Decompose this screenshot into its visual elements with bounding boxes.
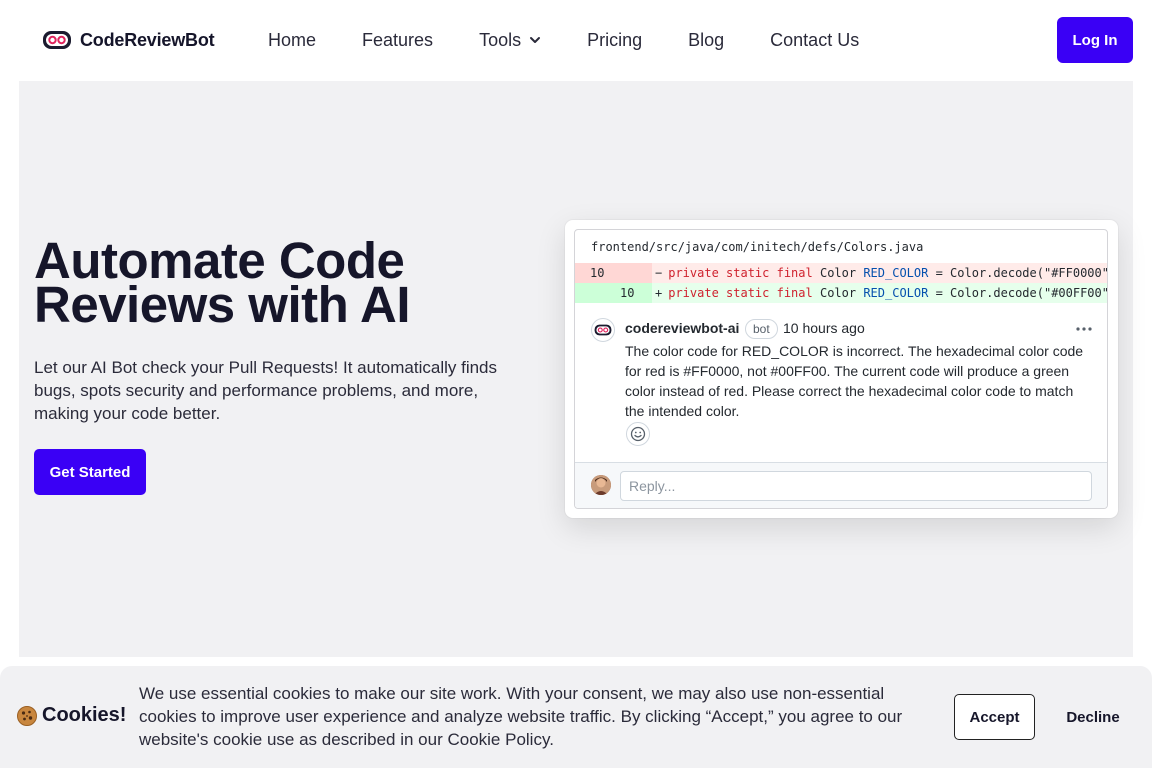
- old-line-number: [575, 283, 616, 303]
- bot-badge: bot: [745, 319, 778, 339]
- cookie-text: We use essential cookies to make our sit…: [139, 684, 903, 749]
- nav-link-contact[interactable]: Contact Us: [770, 30, 859, 51]
- code-rest: = Color.decode("#FF0000");: [935, 266, 1108, 280]
- code-constant: RED_COLOR: [863, 286, 929, 300]
- top-navbar: CodeReviewBot Home Features Tools Pricin…: [0, 0, 1152, 80]
- code-keyword: private static final: [668, 286, 813, 300]
- more-options-icon[interactable]: [1075, 326, 1093, 332]
- code-constant: RED_COLOR: [863, 266, 929, 280]
- bot-avatar[interactable]: [591, 318, 615, 342]
- code-type: Color: [819, 286, 857, 300]
- user-photo-icon: [591, 475, 611, 495]
- nav-link-home[interactable]: Home: [268, 30, 316, 51]
- diff-added-line: 10 + private static final Color RED_COLOR…: [575, 283, 1108, 303]
- code-keyword: private static final: [668, 266, 813, 280]
- code-review-card: frontend/src/java/com/initech/defs/Color…: [574, 229, 1108, 509]
- smiley-icon: [630, 426, 646, 442]
- brand-name: CodeReviewBot: [80, 29, 215, 50]
- get-started-button[interactable]: Get Started: [34, 449, 146, 495]
- brand[interactable]: CodeReviewBot: [42, 28, 215, 52]
- diff-sign: −: [655, 266, 663, 280]
- file-path: frontend/src/java/com/initech/defs/Color…: [591, 240, 924, 254]
- new-line-number: 10: [616, 283, 652, 303]
- hero-description: Let our AI Bot check your Pull Requests!…: [34, 358, 498, 423]
- nav-link-label: Features: [362, 29, 434, 50]
- comment-timestamp[interactable]: 10 hours ago: [783, 320, 865, 336]
- diff-code: + private static final Color RED_COLOR = …: [655, 283, 1108, 303]
- nav-link-features[interactable]: Features: [362, 30, 433, 51]
- cookie-icon: [17, 705, 37, 726]
- nav-link-label: Pricing: [587, 29, 643, 50]
- chevron-down-icon: [530, 37, 541, 43]
- diff-code: − private static final Color RED_COLOR = …: [655, 263, 1108, 283]
- comment-body: The color code for RED_COLOR is incorrec…: [625, 343, 1084, 419]
- nav-link-pricing[interactable]: Pricing: [587, 30, 642, 51]
- code-type: Color: [819, 266, 857, 280]
- nav-links: Home Features Tools Pricing Blog Contact…: [268, 28, 905, 52]
- hero-title: Automate Code Reviews with AI: [34, 232, 411, 333]
- comment-author[interactable]: codereviewbot-ai: [625, 320, 739, 336]
- diff-deleted-line: 10 − private static final Color RED_COLOR…: [575, 263, 1108, 283]
- reply-input[interactable]: [620, 471, 1092, 501]
- cookie-title-text: Cookies!: [42, 704, 127, 726]
- add-reaction-button[interactable]: [626, 422, 650, 446]
- new-line-number: [616, 263, 652, 283]
- nav-link-label: Tools: [479, 29, 522, 50]
- nav-link-label: Home: [268, 29, 317, 50]
- robot-face-icon: [594, 324, 612, 336]
- old-line-number: 10: [575, 263, 616, 283]
- user-avatar: [591, 475, 611, 495]
- nav-link-label: Blog: [688, 29, 725, 50]
- accept-cookies-button[interactable]: Accept: [954, 694, 1035, 740]
- robot-face-icon: [43, 31, 71, 49]
- cookie-title: Cookies!: [16, 704, 126, 727]
- reply-area: [575, 462, 1107, 508]
- code-rest: = Color.decode("#00FF00");: [935, 286, 1108, 300]
- cookie-banner: Cookies! We use essential cookies to mak…: [0, 666, 1152, 768]
- decline-cookies-button[interactable]: Decline: [1056, 694, 1130, 740]
- login-button[interactable]: Log In: [1057, 17, 1133, 63]
- nav-link-blog[interactable]: Blog: [688, 30, 724, 51]
- line-number-text: 10: [620, 286, 635, 300]
- line-number-text: 10: [590, 266, 605, 280]
- nav-link-label: Contact Us: [770, 29, 860, 50]
- nav-link-tools[interactable]: Tools: [479, 30, 541, 51]
- diff-sign: +: [655, 286, 663, 300]
